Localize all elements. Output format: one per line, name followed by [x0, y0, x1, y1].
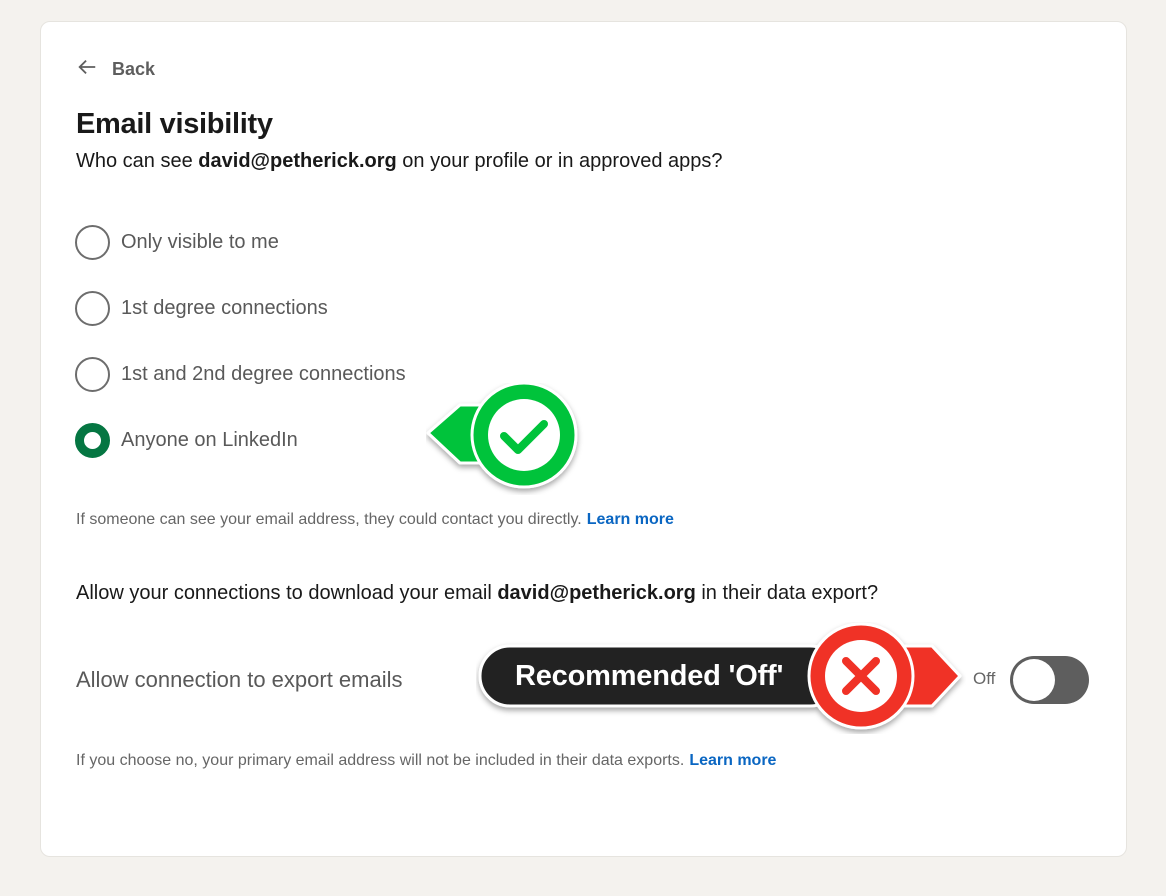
visibility-question: Who can see david@petherick.org on your …: [76, 150, 723, 172]
export-toggle-switch[interactable]: [1010, 656, 1089, 704]
recommendation-label: Recommended 'Off': [515, 660, 784, 692]
radio-button[interactable]: [75, 225, 110, 260]
learn-more-link[interactable]: Learn more: [587, 511, 674, 528]
page-title: Email visibility: [76, 108, 273, 140]
radio-option-only-me[interactable]: Only visible to me: [75, 225, 279, 260]
radio-option-1st-degree[interactable]: 1st degree connections: [75, 291, 328, 326]
email-address: david@petherick.org: [198, 150, 397, 172]
export-toggle-label: Allow connection to export emails: [76, 667, 403, 692]
email-address: david@petherick.org: [497, 582, 696, 604]
radio-button-selected[interactable]: [75, 423, 110, 458]
arrow-left-icon: [76, 56, 98, 83]
export-question: Allow your connections to download your …: [76, 582, 879, 604]
toggle-knob: [1013, 659, 1055, 701]
radio-option-1st-2nd-degree[interactable]: 1st and 2nd degree connections: [75, 357, 406, 392]
toggle-state-label: Off: [973, 669, 996, 688]
export-hint: If you choose no, your primary email add…: [76, 752, 777, 769]
radio-label: Only visible to me: [121, 231, 279, 253]
visibility-hint: If someone can see your email address, t…: [76, 511, 674, 528]
back-label: Back: [112, 59, 156, 79]
back-button[interactable]: Back: [76, 56, 155, 83]
radio-option-anyone[interactable]: Anyone on LinkedIn: [75, 423, 298, 458]
radio-button[interactable]: [75, 357, 110, 392]
check-callout-icon: [426, 383, 578, 489]
radio-label: 1st degree connections: [121, 297, 328, 319]
radio-label: Anyone on LinkedIn: [121, 429, 298, 451]
radio-button[interactable]: [75, 291, 110, 326]
learn-more-link[interactable]: Learn more: [689, 752, 776, 769]
radio-label: 1st and 2nd degree connections: [121, 363, 406, 385]
